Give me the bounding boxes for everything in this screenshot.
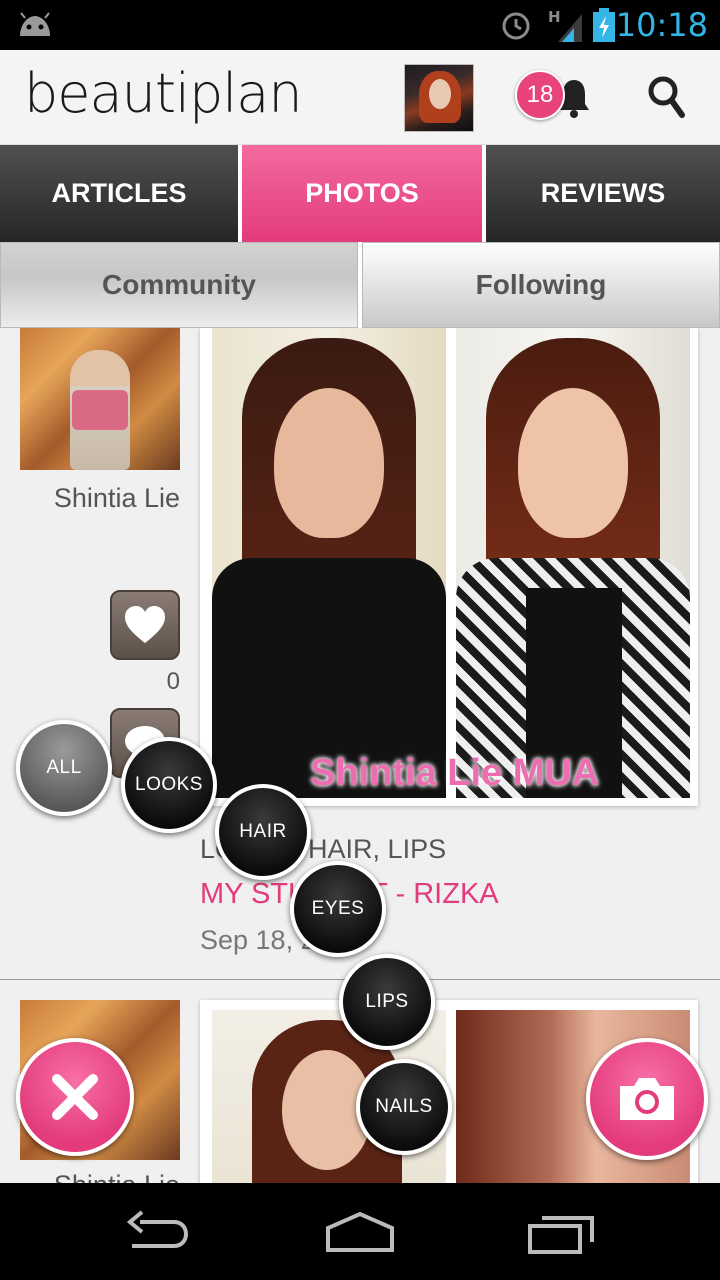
tab-articles[interactable]: ARTICLES: [0, 145, 238, 242]
signal-icon: H: [548, 8, 582, 42]
like-button[interactable]: [110, 590, 180, 660]
category-lips-button[interactable]: LIPS: [339, 954, 435, 1050]
category-all-button[interactable]: ALL: [16, 720, 112, 816]
author-name[interactable]: Shintia Lie: [54, 1170, 180, 1183]
close-menu-button[interactable]: [16, 1038, 134, 1156]
user-avatar[interactable]: [404, 64, 474, 132]
category-hair-button[interactable]: HAIR: [215, 784, 311, 880]
alarm-icon: [502, 12, 530, 40]
recent-apps-icon[interactable]: [522, 1204, 602, 1260]
android-icon: [20, 12, 50, 36]
clock: 10:18: [615, 6, 708, 44]
system-nav-bar: [0, 1184, 720, 1280]
app-logo: beautiplan: [24, 62, 303, 125]
author-avatar[interactable]: [20, 328, 180, 470]
sub-tabs: Community Following: [0, 242, 720, 328]
before-photo: [212, 328, 446, 798]
notification-badge[interactable]: 18: [515, 70, 565, 120]
camera-icon: [620, 1078, 674, 1120]
tab-photos[interactable]: PHOTOS: [242, 145, 482, 242]
battery-charging-icon: [593, 8, 615, 42]
heart-icon: [125, 606, 165, 643]
after-photo: [456, 328, 690, 798]
tab-reviews[interactable]: REVIEWS: [486, 145, 720, 242]
subtab-following[interactable]: Following: [362, 242, 720, 328]
home-icon[interactable]: [320, 1204, 400, 1260]
category-looks-button[interactable]: LOOKS: [121, 737, 217, 833]
category-eyes-button[interactable]: EYES: [290, 861, 386, 957]
like-count: 0: [166, 668, 180, 695]
post-photo[interactable]: Shintia Lie MUA: [200, 328, 698, 806]
search-icon[interactable]: [646, 74, 686, 120]
back-icon[interactable]: [118, 1204, 198, 1260]
subtab-community[interactable]: Community: [0, 242, 358, 328]
status-bar: H 10:18: [0, 0, 720, 50]
photo-watermark: Shintia Lie MUA: [310, 752, 600, 794]
close-icon: [52, 1074, 98, 1120]
network-type: H: [548, 8, 561, 26]
author-name[interactable]: Shintia Lie: [54, 483, 180, 514]
main-tabs: ARTICLES PHOTOS REVIEWS: [0, 145, 720, 242]
app-header: beautiplan 18: [0, 50, 720, 145]
camera-button[interactable]: [586, 1038, 708, 1160]
category-nails-button[interactable]: NAILS: [356, 1059, 452, 1155]
